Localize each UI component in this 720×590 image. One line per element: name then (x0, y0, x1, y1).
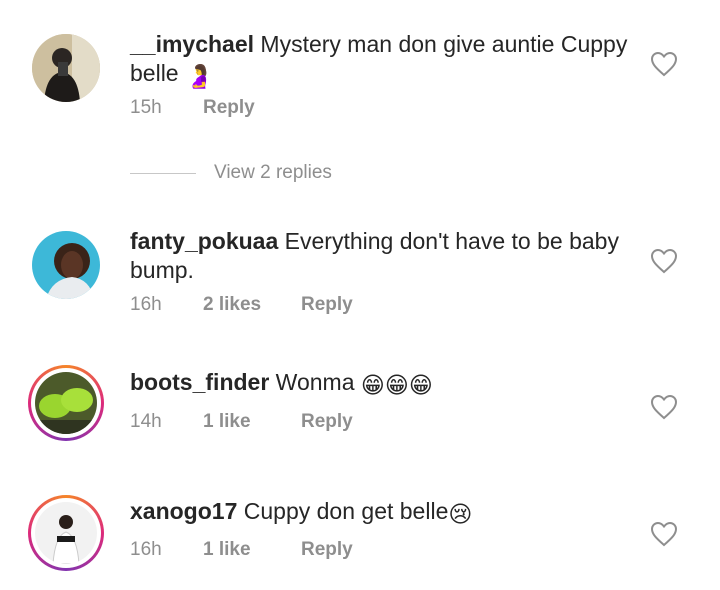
comment-body: Wonma (275, 369, 355, 395)
view-replies-label: View 2 replies (214, 162, 332, 183)
comment-emoji: 😢 (448, 501, 473, 527)
reply-button[interactable]: Reply (203, 97, 255, 119)
comment-username[interactable]: fanty_pokuaa (130, 228, 278, 254)
comment-time: 16h (130, 294, 162, 315)
comment-meta: 14h 1 like Reply (130, 411, 353, 433)
reply-button[interactable]: Reply (301, 411, 353, 433)
comment-likes[interactable]: 1 like (203, 411, 301, 433)
avatar[interactable] (28, 495, 104, 571)
comment-time: 14h (130, 411, 162, 432)
comment-username[interactable]: boots_finder (130, 369, 269, 395)
comment-username[interactable]: __imychael (130, 31, 254, 57)
avatar-image (35, 502, 97, 564)
comment-emoji: 🤰 (185, 63, 214, 89)
comment-likes[interactable]: 1 like (203, 539, 301, 561)
avatar-image (32, 34, 100, 102)
comment-text: boots_finder Wonma 😁😁😁 (130, 368, 630, 400)
comment-username[interactable]: xanogo17 (130, 498, 237, 524)
comment-body: Cuppy don get belle (243, 498, 449, 524)
comment-meta: 15h Reply (130, 97, 255, 119)
avatar[interactable] (28, 365, 104, 441)
comment-text: fanty_pokuaa Everything don't have to be… (130, 227, 630, 285)
reply-button[interactable]: Reply (301, 539, 353, 561)
avatar-image (35, 372, 97, 434)
heart-icon[interactable] (650, 248, 678, 274)
heart-icon[interactable] (650, 51, 678, 77)
comment-time: 15h (130, 97, 162, 118)
view-replies-button[interactable]: View 2 replies (130, 160, 332, 186)
avatar[interactable] (28, 30, 104, 106)
reply-button[interactable]: Reply (301, 294, 353, 316)
divider (130, 172, 196, 174)
heart-icon[interactable] (650, 521, 678, 547)
comment-time: 16h (130, 539, 162, 560)
comment-text: __imychael Mystery man don give auntie C… (130, 30, 630, 91)
comment-text: xanogo17 Cuppy don get belle😢 (130, 497, 630, 529)
comment-likes[interactable]: 2 likes (203, 294, 301, 316)
comment-meta: 16h 2 likes Reply (130, 294, 353, 316)
comment-emoji: 😁😁😁 (360, 372, 433, 398)
heart-icon[interactable] (650, 394, 678, 420)
avatar-image (32, 231, 100, 299)
avatar[interactable] (28, 227, 104, 303)
comment-meta: 16h 1 like Reply (130, 539, 353, 561)
